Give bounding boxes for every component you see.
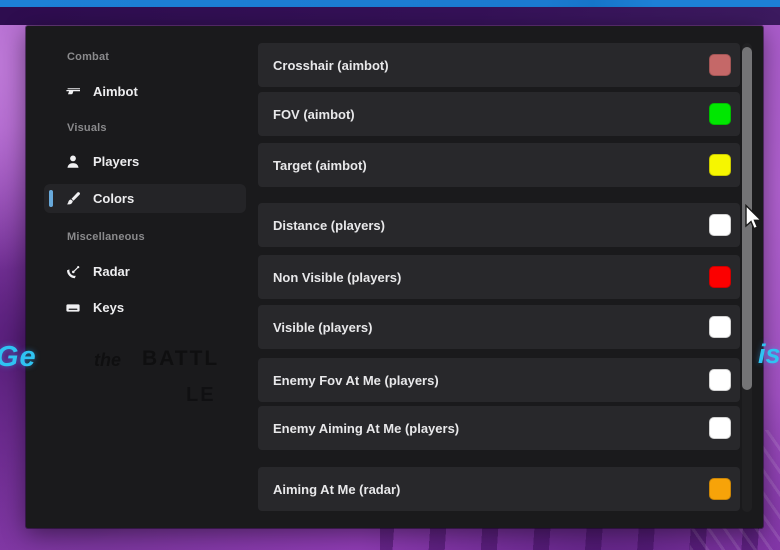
window-title-bar (0, 7, 780, 25)
radar-icon (65, 264, 81, 280)
color-swatch[interactable] (709, 478, 731, 500)
sidebar-item-players[interactable]: Players (44, 147, 246, 176)
sidebar-item-radar[interactable]: Radar (44, 257, 246, 286)
color-setting-row: FOV (aimbot) (258, 92, 740, 136)
sidebar-section-label: Miscellaneous (67, 230, 145, 244)
color-swatch[interactable] (709, 369, 731, 391)
sidebar-item-label: Colors (93, 191, 134, 206)
person-icon (65, 154, 81, 170)
sidebar-item-aimbot[interactable]: Aimbot (44, 77, 246, 106)
color-swatch[interactable] (709, 54, 731, 76)
color-swatch[interactable] (709, 417, 731, 439)
color-setting-label: Visible (players) (273, 320, 372, 335)
color-setting-label: Target (aimbot) (273, 158, 367, 173)
paintbrush-icon (65, 191, 81, 207)
color-setting-row: Enemy Fov At Me (players) (258, 358, 740, 402)
color-setting-row: Aiming At Me (radar) (258, 467, 740, 511)
selected-indicator-bar (49, 190, 53, 207)
color-setting-row: Target (aimbot) (258, 143, 740, 187)
color-setting-row: Distance (players) (258, 203, 740, 247)
sidebar-item-label: Radar (93, 264, 130, 279)
cheat-menu-panel: Combat Aimbot Visuals Players Colors Miscella… (26, 26, 763, 528)
color-swatch[interactable] (709, 266, 731, 288)
color-setting-row: Enemy Aiming At Me (players) (258, 406, 740, 450)
color-setting-label: Enemy Aiming At Me (players) (273, 421, 459, 436)
sidebar-item-label: Aimbot (93, 84, 138, 99)
color-setting-row: Visible (players) (258, 305, 740, 349)
browser-top-bar (0, 0, 780, 7)
sidebar-section-label: Visuals (67, 121, 107, 135)
color-setting-row: Non Visible (players) (258, 255, 740, 299)
color-setting-row: Crosshair (aimbot) (258, 43, 740, 87)
sidebar-item-label: Keys (93, 300, 124, 315)
sidebar-item-colors[interactable]: Colors (44, 184, 246, 213)
color-swatch[interactable] (709, 154, 731, 176)
color-setting-label: Non Visible (players) (273, 270, 401, 285)
sidebar-section-label: Combat (67, 50, 109, 64)
color-swatch[interactable] (709, 316, 731, 338)
color-setting-label: Distance (players) (273, 218, 385, 233)
keyboard-icon (65, 300, 81, 316)
sidebar-item-keys[interactable]: Keys (44, 293, 246, 322)
color-swatch[interactable] (709, 103, 731, 125)
color-setting-label: Crosshair (aimbot) (273, 58, 389, 73)
color-setting-label: FOV (aimbot) (273, 107, 355, 122)
color-setting-label: Aiming At Me (radar) (273, 482, 400, 497)
color-setting-label: Enemy Fov At Me (players) (273, 373, 439, 388)
color-swatch[interactable] (709, 214, 731, 236)
gun-icon (65, 84, 81, 100)
sidebar-item-label: Players (93, 154, 139, 169)
scrollbar-thumb[interactable] (742, 47, 752, 390)
